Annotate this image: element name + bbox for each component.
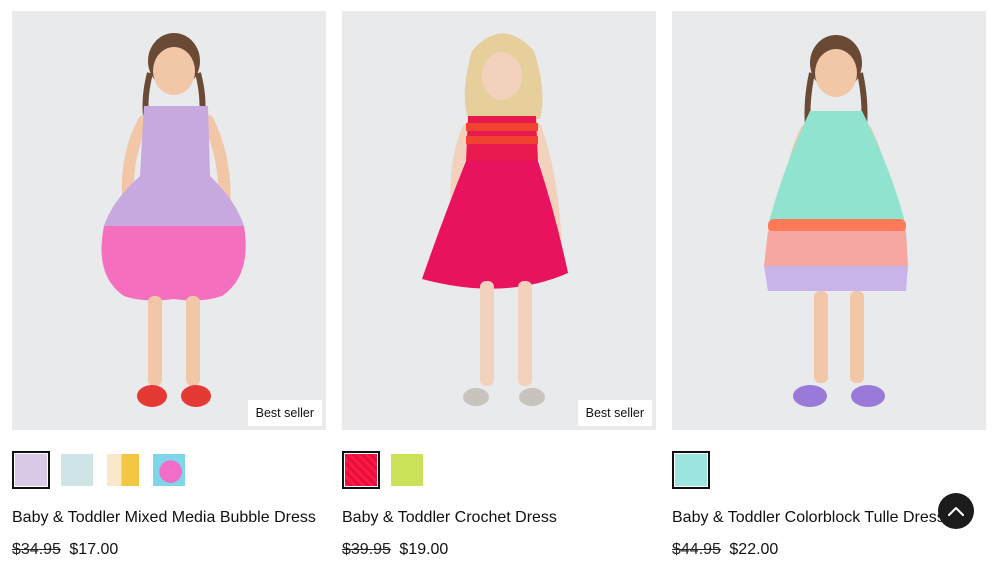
product-price: $34.95 $17.00 xyxy=(12,540,118,560)
product-card: Baby & Toddler Colorblock Tulle Dress $4… xyxy=(672,11,986,558)
swatch-chip xyxy=(15,454,47,486)
color-swatches xyxy=(342,451,434,489)
color-swatches xyxy=(672,451,718,489)
swatch-chip xyxy=(61,454,93,486)
product-image[interactable]: Best seller xyxy=(12,11,326,430)
product-image[interactable]: Best seller xyxy=(342,11,656,430)
color-swatch-yellow-print[interactable] xyxy=(104,451,142,489)
chevron-up-icon xyxy=(948,507,964,516)
best-seller-badge: Best seller xyxy=(247,400,322,426)
color-swatch-red[interactable] xyxy=(342,451,380,489)
product-price: $44.95 $22.00 xyxy=(672,540,778,560)
product-card: Best seller Baby & Toddler Crochet Dress… xyxy=(342,11,656,558)
product-image[interactable] xyxy=(672,11,986,430)
original-price: $39.95 xyxy=(342,541,391,558)
product-photo-illustration xyxy=(422,33,568,406)
product-name[interactable]: Baby & Toddler Crochet Dress xyxy=(342,508,662,528)
original-price: $44.95 xyxy=(672,541,721,558)
color-swatch-light-blue[interactable] xyxy=(58,451,96,489)
original-price: $34.95 xyxy=(12,541,61,558)
sale-price: $17.00 xyxy=(69,541,119,558)
back-to-top-button[interactable] xyxy=(938,493,974,529)
product-card: Best seller Baby & Toddler Mixed Media B… xyxy=(12,11,326,558)
color-swatches xyxy=(12,451,196,489)
swatch-chip xyxy=(391,454,423,486)
product-photo-illustration xyxy=(101,33,246,407)
swatch-chip xyxy=(107,454,139,486)
color-swatch-lime[interactable] xyxy=(388,451,426,489)
product-price: $39.95 $19.00 xyxy=(342,540,448,560)
sale-price: $19.00 xyxy=(399,541,449,558)
sale-price: $22.00 xyxy=(729,541,779,558)
best-seller-badge: Best seller xyxy=(577,400,652,426)
swatch-chip xyxy=(153,454,185,486)
swatch-chip xyxy=(345,454,377,486)
color-swatch-mint[interactable] xyxy=(672,451,710,489)
product-photo-illustration xyxy=(764,35,908,407)
product-name[interactable]: Baby & Toddler Mixed Media Bubble Dress xyxy=(12,508,332,528)
swatch-chip xyxy=(675,454,707,486)
color-swatch-lavender[interactable] xyxy=(12,451,50,489)
color-swatch-pink-print[interactable] xyxy=(150,451,188,489)
product-grid: Best seller Baby & Toddler Mixed Media B… xyxy=(0,0,1000,563)
